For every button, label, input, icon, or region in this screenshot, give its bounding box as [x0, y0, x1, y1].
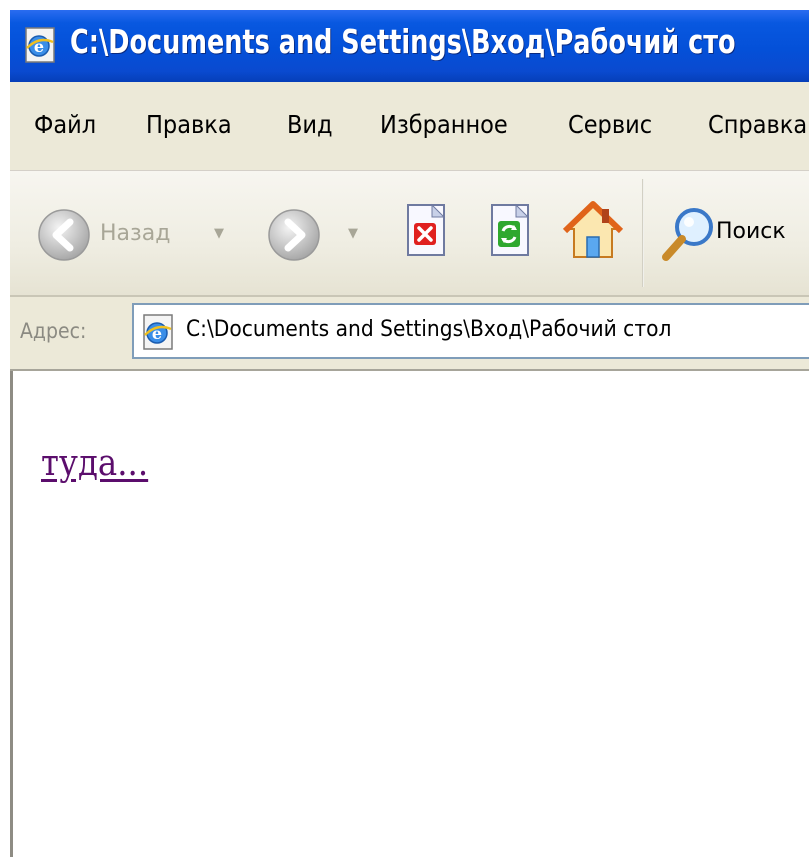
window-left-edge — [0, 0, 10, 857]
menu-view[interactable]: Вид — [287, 110, 333, 139]
content-link[interactable]: туда... — [41, 443, 148, 484]
menu-file[interactable]: Файл — [34, 110, 96, 139]
title-bar[interactable]: e C:\Documents and Settings\Вход\Рабочий… — [10, 10, 809, 82]
menu-tools[interactable]: Сервис — [568, 110, 652, 139]
page-content: туда... — [10, 371, 809, 857]
toolbar: Назад ▼ ▼ Поиск — [10, 171, 809, 297]
address-bar: Адрес: e C:\Documents and Settings\Вход\… — [10, 297, 809, 371]
menu-favorites[interactable]: Избранное — [380, 110, 508, 139]
address-value: C:\Documents and Settings\Вход\Рабочий с… — [186, 317, 672, 342]
back-button[interactable]: Назад — [36, 207, 196, 263]
forward-button[interactable] — [266, 207, 322, 263]
toolbar-separator — [642, 179, 644, 287]
back-arrow-icon — [38, 209, 90, 261]
stop-button[interactable] — [402, 201, 450, 263]
address-input[interactable]: e C:\Documents and Settings\Вход\Рабочий… — [132, 303, 809, 359]
search-label: Поиск — [716, 219, 786, 244]
ie-page-icon: e — [143, 314, 173, 350]
search-button[interactable]: Поиск — [658, 203, 809, 265]
menu-bar: Файл Правка Вид Избранное Сервис Справка — [10, 82, 809, 171]
window-title: C:\Documents and Settings\Вход\Рабочий с… — [70, 22, 736, 61]
back-dropdown-icon[interactable]: ▼ — [214, 226, 224, 241]
back-label: Назад — [100, 221, 171, 246]
forward-dropdown-icon[interactable]: ▼ — [348, 226, 358, 241]
menu-help[interactable]: Справка — [708, 110, 807, 139]
menu-edit[interactable]: Правка — [146, 110, 232, 139]
refresh-button[interactable] — [486, 201, 534, 263]
address-label: Адрес: — [20, 319, 87, 343]
home-button[interactable] — [562, 199, 624, 263]
search-icon — [662, 208, 713, 261]
ie-page-icon: e — [25, 27, 55, 63]
